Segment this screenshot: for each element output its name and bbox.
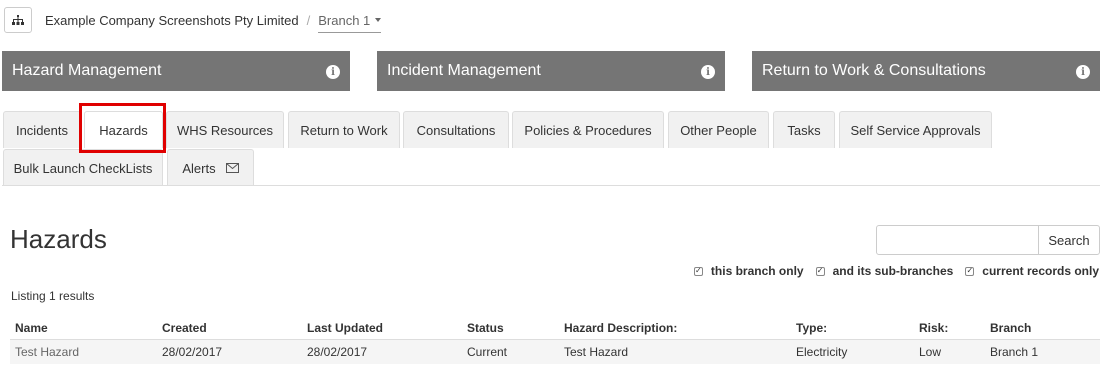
module-label: Incident Management bbox=[387, 62, 541, 79]
cell-risk: Low bbox=[919, 345, 942, 359]
module-hazard-management[interactable]: Hazard Management i bbox=[2, 51, 350, 91]
cell-type: Electricity bbox=[796, 345, 848, 359]
tab-label: Other People bbox=[680, 122, 757, 138]
table-row[interactable]: Test Hazard 28/02/2017 28/02/2017 Curren… bbox=[10, 340, 1100, 364]
filter-label: current records only bbox=[982, 264, 1099, 278]
info-icon[interactable]: i bbox=[326, 65, 340, 79]
module-return-to-work[interactable]: Return to Work & Consultations i bbox=[752, 51, 1100, 91]
filter-sub-branches[interactable]: ✓ and its sub-branches bbox=[815, 264, 954, 278]
tab-self-service-approvals[interactable]: Self Service Approvals bbox=[839, 111, 992, 148]
tabs-divider bbox=[2, 185, 1100, 186]
tab-label: Incidents bbox=[15, 122, 69, 138]
tab-label: Policies & Procedures bbox=[524, 122, 652, 138]
checkbox-checked-icon[interactable]: ✓ bbox=[693, 266, 703, 276]
cell-created: 28/02/2017 bbox=[162, 345, 223, 359]
filter-label: and its sub-branches bbox=[832, 264, 954, 278]
filter-label: this branch only bbox=[710, 264, 804, 278]
tab-tasks[interactable]: Tasks bbox=[773, 111, 835, 148]
column-header[interactable]: Branch bbox=[990, 316, 1031, 340]
tab-alerts[interactable]: Alerts bbox=[167, 149, 254, 186]
top-bar: Example Company Screenshots Pty Limited … bbox=[4, 7, 382, 33]
search-button[interactable]: Search bbox=[1038, 225, 1100, 255]
hazards-table: Name Created Last Updated Status Hazard … bbox=[10, 316, 1100, 364]
cell-description: Test Hazard bbox=[564, 345, 629, 359]
tab-label: Return to Work bbox=[300, 122, 388, 138]
branch-dropdown[interactable]: Branch 1 bbox=[318, 12, 382, 33]
company-name[interactable]: Example Company Screenshots Pty Limited bbox=[45, 13, 299, 28]
sitemap-icon bbox=[12, 15, 24, 25]
filter-this-branch-only[interactable]: ✓ this branch only bbox=[693, 264, 804, 278]
column-header[interactable]: Created bbox=[162, 316, 207, 340]
hazards-tab-highlight bbox=[79, 103, 166, 153]
branch-label: Branch 1 bbox=[318, 12, 371, 28]
module-label: Return to Work & Consultations bbox=[762, 62, 986, 79]
table-header: Name Created Last Updated Status Hazard … bbox=[10, 316, 1100, 340]
tab-label: Alerts bbox=[182, 160, 216, 176]
checkbox-checked-icon[interactable]: ✓ bbox=[815, 266, 825, 276]
tab-whs-resources[interactable]: WHS Resources bbox=[166, 111, 284, 148]
breadcrumb-separator: / bbox=[306, 12, 311, 28]
tab-label: Bulk Launch CheckLists bbox=[13, 160, 153, 176]
tab-label: Consultations bbox=[416, 122, 496, 138]
tab-policies-procedures[interactable]: Policies & Procedures bbox=[512, 111, 664, 148]
caret-down-icon bbox=[375, 18, 382, 22]
tab-bulk-launch-checklists[interactable]: Bulk Launch CheckLists bbox=[3, 149, 163, 186]
cell-last-updated: 28/02/2017 bbox=[307, 345, 368, 359]
cell-status: Current bbox=[467, 345, 508, 359]
tab-label: Tasks bbox=[787, 122, 821, 138]
column-header[interactable]: Type: bbox=[796, 316, 827, 340]
column-header[interactable]: Name bbox=[15, 316, 48, 340]
tab-label: WHS Resources bbox=[176, 122, 274, 138]
tab-incidents[interactable]: Incidents bbox=[3, 111, 81, 148]
listing-count: Listing 1 results bbox=[11, 289, 95, 303]
org-structure-button[interactable] bbox=[4, 7, 32, 33]
column-header[interactable]: Risk: bbox=[919, 316, 948, 340]
tab-consultations[interactable]: Consultations bbox=[403, 111, 509, 148]
search-input[interactable] bbox=[876, 225, 1039, 255]
info-icon[interactable]: i bbox=[1076, 65, 1090, 79]
hazard-name-link[interactable]: Test Hazard bbox=[15, 340, 79, 364]
info-icon[interactable]: i bbox=[701, 65, 715, 79]
checkbox-checked-icon[interactable]: ✓ bbox=[965, 266, 975, 276]
tab-label: Self Service Approvals bbox=[850, 122, 981, 138]
column-header[interactable]: Hazard Description: bbox=[564, 316, 677, 340]
module-incident-management[interactable]: Incident Management i bbox=[377, 51, 725, 91]
tab-return-to-work[interactable]: Return to Work bbox=[288, 111, 400, 148]
column-header[interactable]: Status bbox=[467, 316, 504, 340]
module-label: Hazard Management bbox=[12, 62, 162, 79]
envelope-icon bbox=[225, 163, 239, 173]
filter-current-records-only[interactable]: ✓ current records only bbox=[965, 264, 1099, 278]
cell-branch: Branch 1 bbox=[990, 345, 1039, 359]
filter-options: ✓ this branch only ✓ and its sub-branche… bbox=[682, 264, 1099, 278]
tab-other-people[interactable]: Other People bbox=[668, 111, 769, 148]
page-title: Hazards bbox=[10, 224, 107, 254]
column-header[interactable]: Last Updated bbox=[307, 316, 383, 340]
